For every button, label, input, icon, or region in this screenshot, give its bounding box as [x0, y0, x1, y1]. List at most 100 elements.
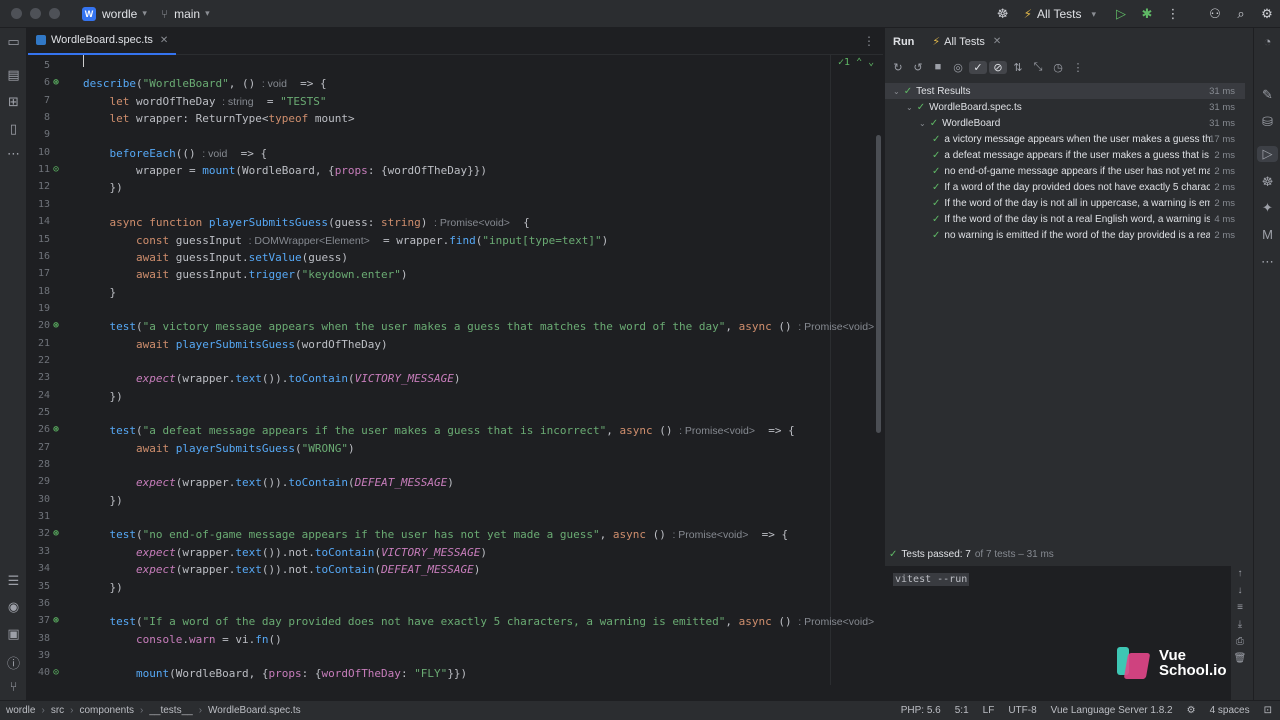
project-badge[interactable]: W [82, 6, 96, 21]
gutter-run-test-icon[interactable]: ⊛ [53, 77, 59, 88]
right-margin-guide [830, 55, 831, 685]
bookmark-icon[interactable]: ▯ [0, 121, 27, 137]
ai-assistant-icon[interactable]: ✎ [1254, 87, 1280, 103]
chevron-down-icon[interactable]: ⌄ [906, 103, 913, 112]
gutter-run-test-icon[interactable]: ⊛ [53, 615, 59, 626]
close-icon[interactable]: ✕ [993, 36, 1001, 47]
bookmark-book-icon[interactable]: ▤ [0, 67, 27, 83]
trash-icon[interactable]: 🗑 [1231, 653, 1249, 670]
test-tree-row[interactable]: ✓ no end-of-game message appears if the u… [885, 163, 1245, 179]
collapse-icon[interactable]: ⤡ [1029, 61, 1047, 74]
show-ignored-icon[interactable]: ⊘ [989, 60, 1007, 74]
debug-bug-icon[interactable]: ☸ [990, 6, 1016, 22]
gutter-run-test-icon[interactable]: ⊛ [53, 320, 59, 331]
chevron-down-icon[interactable]: ⌄ [893, 87, 900, 96]
more-vertical-icon[interactable]: ⋮ [1069, 61, 1087, 74]
lock-icon[interactable]: ⊡ [1264, 705, 1272, 716]
file-encoding[interactable]: UTF-8 [1008, 705, 1036, 716]
chevron-down-icon[interactable]: ⌄ [919, 119, 926, 128]
breadcrumb-item[interactable]: __tests__ [149, 705, 192, 716]
test-tree-row[interactable]: ✓ If a word of the day provided does not … [885, 179, 1245, 195]
minimize-window-button[interactable] [30, 8, 41, 19]
scroll-down-icon[interactable]: ↓ [1231, 585, 1249, 602]
cursor-position[interactable]: 5:1 [955, 705, 969, 716]
status-bar: wordle › src › components › __tests__ › WordleBo… [0, 700, 1280, 720]
test-duration: 2 ms [1214, 181, 1235, 193]
search-icon[interactable]: ⌕ [1228, 6, 1254, 22]
project-name[interactable]: wordle [102, 7, 137, 21]
code-line: expect(wrapper.text()).toContain(DEFEAT_… [135, 476, 454, 490]
test-tree-row[interactable]: ✓ a defeat message appears if the user ma… [885, 147, 1245, 163]
soft-wrap-icon[interactable]: ≡ [1231, 602, 1249, 619]
rerun-icon[interactable]: ↻ [889, 61, 907, 74]
notifications-icon[interactable]: ◔ [1254, 34, 1280, 49]
sort-icon[interactable]: ⇅ [1009, 61, 1027, 74]
database-icon[interactable]: ⛁ [1254, 114, 1280, 130]
rerun-failed-icon[interactable]: ↺ [909, 61, 927, 74]
show-passed-icon[interactable]: ✓ [969, 60, 987, 74]
breadcrumb-item[interactable]: components [80, 705, 134, 716]
markdown-icon[interactable]: M [1254, 227, 1280, 242]
code-area[interactable]: ✓1 ⌃ ⌄ 5 6 ⊛ describe("WordleBoard", () : v… [28, 55, 883, 685]
print-icon[interactable]: ⎙ [1231, 636, 1249, 653]
test-tree-row[interactable]: ✓ a victory message appears when the user… [885, 131, 1245, 147]
structure-icon[interactable]: ⊞ [0, 94, 27, 110]
run-tab-all-tests[interactable]: ⚡ All Tests ✕ [932, 35, 1001, 49]
php-version[interactable]: PHP: 5.6 [901, 705, 941, 716]
toggle-auto-test-icon[interactable]: ◎ [949, 61, 967, 74]
more-vertical-icon[interactable]: ⋮ [863, 34, 875, 48]
test-tree-row[interactable]: ✓ no warning is emitted if the word of th… [885, 227, 1245, 243]
line-number: 26 [37, 424, 50, 436]
run-tool-icon[interactable]: ▷ [1257, 146, 1278, 162]
scroll-up-icon[interactable]: ↑ [1231, 568, 1249, 585]
breadcrumb-item[interactable]: wordle [6, 705, 35, 716]
gutter-run-test-icon[interactable]: ⊛ [53, 528, 59, 539]
problems-icon[interactable]: ⓘ [0, 653, 27, 672]
gutter-run-test-icon[interactable]: ⊛ [53, 424, 59, 435]
line-ending[interactable]: LF [983, 705, 995, 716]
gear-icon[interactable]: ⚙ [1254, 6, 1280, 22]
run-icon[interactable]: ▷ [1108, 6, 1134, 22]
debug-bug-icon[interactable]: ☸ [1254, 174, 1280, 190]
gutter-run-test-icon[interactable]: ⊙ [53, 164, 59, 175]
run-config-selector[interactable]: ⚡ All Tests ▾ [1024, 7, 1096, 21]
plugin-icon[interactable]: ✦ [1254, 200, 1280, 216]
maximize-window-button[interactable] [49, 8, 60, 19]
scroll-to-end-icon[interactable]: ⤓ [1231, 619, 1249, 636]
more-horizontal-icon[interactable]: ⋯ [0, 146, 27, 162]
code-line: beforeEach(() : void => { [109, 146, 268, 160]
test-tree-row[interactable]: ⌄ ✓ WordleBoard.spec.ts 31 ms [885, 99, 1245, 115]
breadcrumb-item[interactable]: WordleBoard.spec.ts [208, 705, 301, 716]
branch-name[interactable]: main [174, 7, 200, 21]
chevron-down-icon[interactable]: ▾ [205, 8, 210, 19]
close-icon[interactable]: ✕ [160, 35, 168, 46]
read-only-lock-icon[interactable]: ⚙ [1187, 705, 1196, 716]
history-icon[interactable]: ◷ [1049, 61, 1067, 74]
code-line: test("a defeat message appears if the us… [109, 424, 795, 438]
test-tree-row[interactable]: ✓ If the word of the day is not a real En… [885, 211, 1245, 227]
test-tree-row[interactable]: ⌄ ✓ WordleBoard 31 ms [885, 115, 1245, 131]
language-server[interactable]: Vue Language Server 1.8.2 [1051, 705, 1173, 716]
inspection-widget[interactable]: ✓1 ⌃ ⌄ [838, 57, 874, 68]
editor-scrollbar[interactable] [876, 135, 881, 433]
list-icon[interactable]: ☰ [0, 573, 27, 589]
more-vertical-icon[interactable]: ⋮ [1160, 6, 1186, 22]
gutter-run-test-icon[interactable]: ⊙ [53, 667, 59, 678]
add-user-icon[interactable]: ⚇ [1202, 6, 1228, 22]
chevron-down-icon[interactable]: ▾ [142, 8, 147, 19]
git-icon[interactable]: ⑂ [0, 679, 27, 694]
services-icon[interactable]: ◉ [0, 599, 27, 615]
close-window-button[interactable] [11, 8, 22, 19]
debug-icon[interactable]: ✱ [1134, 6, 1160, 22]
code-line: await guessInput.trigger("keydown.enter"… [135, 268, 408, 282]
line-number: 13 [37, 198, 50, 210]
test-tree-row[interactable]: ✓ If the word of the day is not all in up… [885, 195, 1245, 211]
breadcrumb-item[interactable]: src [51, 705, 64, 716]
test-tree-row[interactable]: ⌄ ✓ Test Results 31 ms [885, 83, 1245, 99]
more-horizontal-icon[interactable]: ⋯ [1254, 254, 1280, 270]
terminal-icon[interactable]: ▣ [0, 626, 27, 642]
indent-setting[interactable]: 4 spaces [1210, 705, 1250, 716]
editor-tab[interactable]: WordleBoard.spec.ts ✕ [28, 28, 177, 55]
stop-icon[interactable]: ■ [929, 61, 947, 73]
folder-icon[interactable]: ▭ [0, 34, 27, 50]
